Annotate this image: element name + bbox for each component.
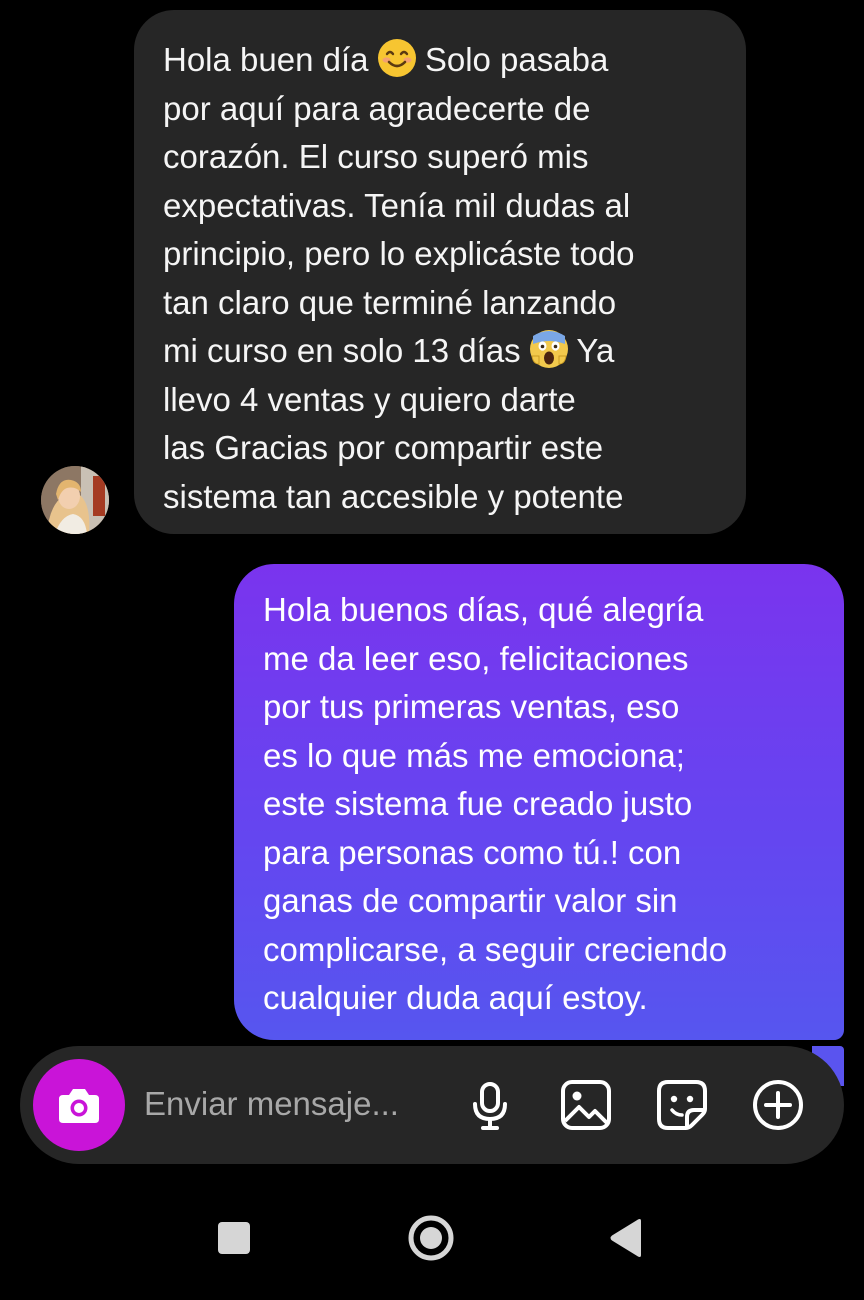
camera-icon bbox=[59, 1089, 99, 1123]
image-icon bbox=[561, 1080, 611, 1130]
message-composer bbox=[20, 1046, 844, 1164]
back-triangle-icon bbox=[610, 1219, 641, 1257]
home-circle-icon bbox=[408, 1215, 454, 1261]
system-navigation-bar bbox=[0, 1190, 864, 1300]
message-line: tan claro que terminé lanzando bbox=[163, 283, 617, 321]
message-line: cualquier duda aquí estoy. bbox=[263, 979, 648, 1016]
home-button[interactable] bbox=[401, 1208, 461, 1268]
camera-button[interactable] bbox=[33, 1059, 125, 1151]
add-more-button[interactable] bbox=[750, 1077, 806, 1133]
sticker-button[interactable] bbox=[654, 1077, 710, 1133]
message-line: por tus primeras ventas, eso bbox=[263, 688, 680, 725]
message-line: me da leer eso, felicitaciones bbox=[263, 639, 689, 677]
message-line: principio, pero lo explicáste todo bbox=[163, 235, 635, 272]
message-line: mi curso en solo 13 días Ya bbox=[163, 330, 615, 369]
recents-square-icon bbox=[218, 1222, 250, 1254]
message-line: complicarse, a seguir creciendo bbox=[263, 930, 728, 968]
outgoing-message-bubble[interactable]: Hola buenos días, qué alegría me da leer… bbox=[234, 564, 844, 1040]
incoming-message-bubble[interactable]: Hola buen día Solo pasaba por aquí para … bbox=[134, 10, 746, 534]
gallery-button[interactable] bbox=[558, 1077, 614, 1133]
smiling-face-emoji-icon bbox=[377, 39, 416, 77]
screaming-face-emoji-icon bbox=[529, 330, 568, 368]
add-circle-icon bbox=[753, 1080, 803, 1130]
message-line: corazón. El curso superó mis bbox=[163, 138, 589, 175]
message-input[interactable] bbox=[144, 1076, 444, 1132]
message-line: Hola buenos días, qué alegría bbox=[263, 591, 704, 628]
message-line: es lo que más me emociona; bbox=[263, 736, 685, 774]
message-line: las Gracias por compartir este bbox=[163, 429, 604, 466]
recents-button[interactable] bbox=[204, 1208, 264, 1268]
message-line: ganas de compartir valor sin bbox=[263, 882, 678, 919]
sender-avatar-icon[interactable] bbox=[41, 466, 109, 534]
message-thread: Hola buen día Solo pasaba por aquí para … bbox=[0, 0, 864, 1045]
back-button[interactable] bbox=[597, 1208, 657, 1268]
sticker-icon bbox=[657, 1080, 707, 1130]
message-line: para personas como tú.! con bbox=[263, 833, 682, 871]
message-line: llevo 4 ventas y quiero darte bbox=[163, 380, 576, 418]
message-line: Hola buen día Solo pasaba bbox=[163, 39, 609, 78]
message-line: expectativas. Tenía mil dudas al bbox=[163, 186, 631, 224]
message-line: este sistema fue creado justo bbox=[263, 785, 693, 822]
microphone-icon bbox=[473, 1082, 507, 1130]
message-line: sistema tan accesible y potente bbox=[163, 477, 624, 515]
message-line: por aquí para agradecerte de bbox=[163, 89, 591, 127]
microphone-button[interactable] bbox=[462, 1077, 518, 1133]
